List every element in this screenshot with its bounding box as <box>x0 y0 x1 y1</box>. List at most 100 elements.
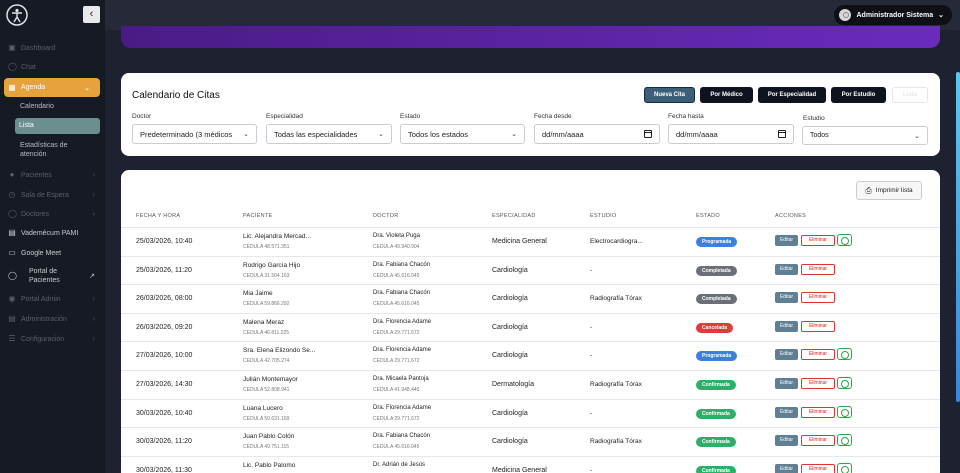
list-view-button[interactable]: Lista <box>892 87 928 103</box>
delete-button[interactable]: Eliminar <box>801 320 835 332</box>
chevron-right-icon: › <box>92 171 95 179</box>
date-to-input[interactable]: dd/mm/aaaa <box>668 124 794 144</box>
chevron-down-icon: ⌄ <box>914 132 920 140</box>
edit-button[interactable]: Editar <box>775 349 798 361</box>
sidebar-item-portal-admin[interactable]: ◉ Portal Admin › <box>0 291 105 307</box>
study: Electrocardiogra... <box>590 238 643 245</box>
specialty: Medicina General <box>492 466 547 473</box>
clock-icon: ◷ <box>8 190 16 199</box>
specialty-select[interactable]: Todas las especialidades ⌄ <box>266 124 392 144</box>
sidebar: ‹ ▣ Dashboard ◯ Chat ▦ Agenda ⌄ Calendario L… <box>0 0 105 473</box>
study: - <box>590 266 593 274</box>
edit-button[interactable]: Editar <box>775 406 798 418</box>
sidebar-subitem-estadisticas[interactable]: Estadísticas de atención <box>20 141 90 159</box>
user-menu[interactable]: Administrador Sistema ⌄ <box>834 5 952 25</box>
sidebar-item-agenda[interactable]: ▦ Agenda ⌄ <box>4 78 100 97</box>
doctor-label: Doctor <box>132 113 152 120</box>
table-row: 25/03/2026, 11:20 Rodrigo García Hijo CEDU… <box>121 255 940 285</box>
sidebar-item-sala-de-espera[interactable]: ◷ Sala de Espera › <box>0 187 105 203</box>
study: - <box>590 409 593 417</box>
table-row: 30/03/2026, 11:20 Juan Pablo Colón CEDULA … <box>121 427 940 456</box>
edit-button[interactable]: Editar <box>775 320 798 332</box>
patient-id: CEDULA 50.631.169 <box>243 415 290 422</box>
chevron-down-icon: ⌄ <box>511 131 517 138</box>
whatsapp-icon[interactable] <box>837 234 852 246</box>
specialty: Cardiología <box>492 409 528 417</box>
delete-button[interactable]: Eliminar <box>801 406 835 418</box>
status-badge: Programada <box>696 351 738 362</box>
status-badge: Confirmada <box>696 380 736 390</box>
edit-button[interactable]: Editar <box>775 435 798 447</box>
appointment-datetime: 25/03/2026, 10:40 <box>136 238 193 245</box>
sidebar-subitem-calendario[interactable]: Calendario <box>20 103 54 110</box>
by-specialty-button[interactable]: Por Especialidad <box>758 87 826 103</box>
delete-button[interactable]: Eliminar <box>801 263 835 275</box>
new-appointment-button[interactable]: Nueva Cita <box>644 87 695 103</box>
patient-name: Julián Montemayor <box>243 376 298 383</box>
sidebar-item-google-meet[interactable]: ▭ Google Meet <box>0 245 105 261</box>
appointment-datetime: 26/03/2026, 08:00 <box>136 295 193 303</box>
status-badge: Programada <box>696 237 738 247</box>
study: Radiografía Tórax <box>590 295 642 303</box>
sidebar-item-label: Configuración <box>21 335 65 343</box>
sidebar-item-label: Sala de Espera <box>21 191 69 199</box>
edit-button[interactable]: Editar <box>775 463 798 473</box>
delete-button[interactable]: Eliminar <box>801 349 835 361</box>
sidebar-item-portal-pacientes[interactable]: ◯ Portal de Pacientes ↗ <box>0 266 105 286</box>
delete-button[interactable]: Eliminar <box>801 235 835 246</box>
sidebar-item-configuracion[interactable]: ☰ Configuración › <box>0 331 105 347</box>
date-from-input[interactable]: dd/mm/aaaa <box>534 124 660 144</box>
patient-id: CEDULA 48.571.351 <box>243 244 290 250</box>
delete-button[interactable]: Eliminar <box>801 378 835 389</box>
delete-button[interactable]: Eliminar <box>801 463 835 473</box>
doctor-name: Dra. Micaela Pantoja <box>373 376 429 382</box>
whatsapp-icon[interactable] <box>837 434 852 447</box>
status-badge: Completada <box>696 294 737 305</box>
by-study-button[interactable]: Por Estudio <box>831 87 886 103</box>
sidebar-item-vademecum[interactable]: ▤ Vademécum PAMI <box>0 225 105 241</box>
sidebar-item-administracion[interactable]: ▤ Administración › <box>0 311 105 327</box>
sidebar-item-chat[interactable]: ◯ Chat <box>0 59 105 75</box>
sidebar-item-pacientes[interactable]: ● Pacientes › <box>0 167 105 183</box>
scrollbar[interactable] <box>956 72 960 402</box>
delete-button[interactable]: Eliminar <box>801 435 835 447</box>
appointment-datetime: 30/03/2026, 10:40 <box>136 409 193 417</box>
printer-icon: ⎙ <box>865 185 872 195</box>
chevron-right-icon: › <box>92 191 95 199</box>
study-label: Estudio <box>803 115 825 122</box>
patient-id: CEDULA 59.866.292 <box>243 301 290 308</box>
edit-button[interactable]: Editar <box>775 292 798 304</box>
by-doctor-button[interactable]: Por Médico <box>700 87 753 103</box>
delete-button[interactable]: Eliminar <box>801 292 835 304</box>
table-row: 26/03/2026, 09:20 Malena Meraz CEDULA 46.8… <box>121 312 940 342</box>
edit-button[interactable]: Editar <box>775 378 798 389</box>
chevron-down-icon: ⌄ <box>84 84 90 92</box>
whatsapp-icon[interactable] <box>837 377 852 389</box>
whatsapp-icon[interactable] <box>837 405 852 418</box>
doctor-select[interactable]: Predeterminado (3 médicos ⌄ <box>132 124 257 144</box>
patient-name: Sra. Elena Elizondo Se... <box>243 347 316 355</box>
study-select[interactable]: Todos ⌄ <box>802 126 928 145</box>
doctor-id: CEDULA 45.616.045 <box>373 272 420 279</box>
print-list-button[interactable]: ⎙ Imprimir lista <box>856 181 922 200</box>
table-row: 30/03/2026, 10:40 Luana Lucero CEDULA 50.6… <box>121 398 940 428</box>
logo-icon <box>6 4 28 26</box>
edit-button[interactable]: Editar <box>775 235 798 246</box>
edit-button[interactable]: Editar <box>775 263 798 275</box>
whatsapp-icon[interactable] <box>837 462 852 473</box>
page-title: Calendario de Citas <box>132 90 220 101</box>
patient-name: Malena Meraz <box>243 318 285 326</box>
status-label: Estado <box>400 113 421 120</box>
chevron-right-icon: › <box>92 315 95 323</box>
whatsapp-icon[interactable] <box>837 348 852 361</box>
collapse-sidebar-button[interactable]: ‹ <box>83 6 100 23</box>
book-icon: ▤ <box>8 228 16 237</box>
sidebar-item-dashboard[interactable]: ▣ Dashboard <box>0 40 105 56</box>
study: Radiografía Tórax <box>590 381 642 388</box>
status-select[interactable]: Todos los estados ⌄ <box>400 124 525 144</box>
sidebar-subitem-lista[interactable]: Lista <box>15 118 100 134</box>
col-acciones: ACCIONES <box>775 213 807 219</box>
sidebar-item-doctores[interactable]: ◯ Doctores › <box>0 206 105 222</box>
col-fecha: FECHA Y HORA <box>136 213 181 219</box>
sidebar-item-label: Dashboard <box>21 44 56 52</box>
